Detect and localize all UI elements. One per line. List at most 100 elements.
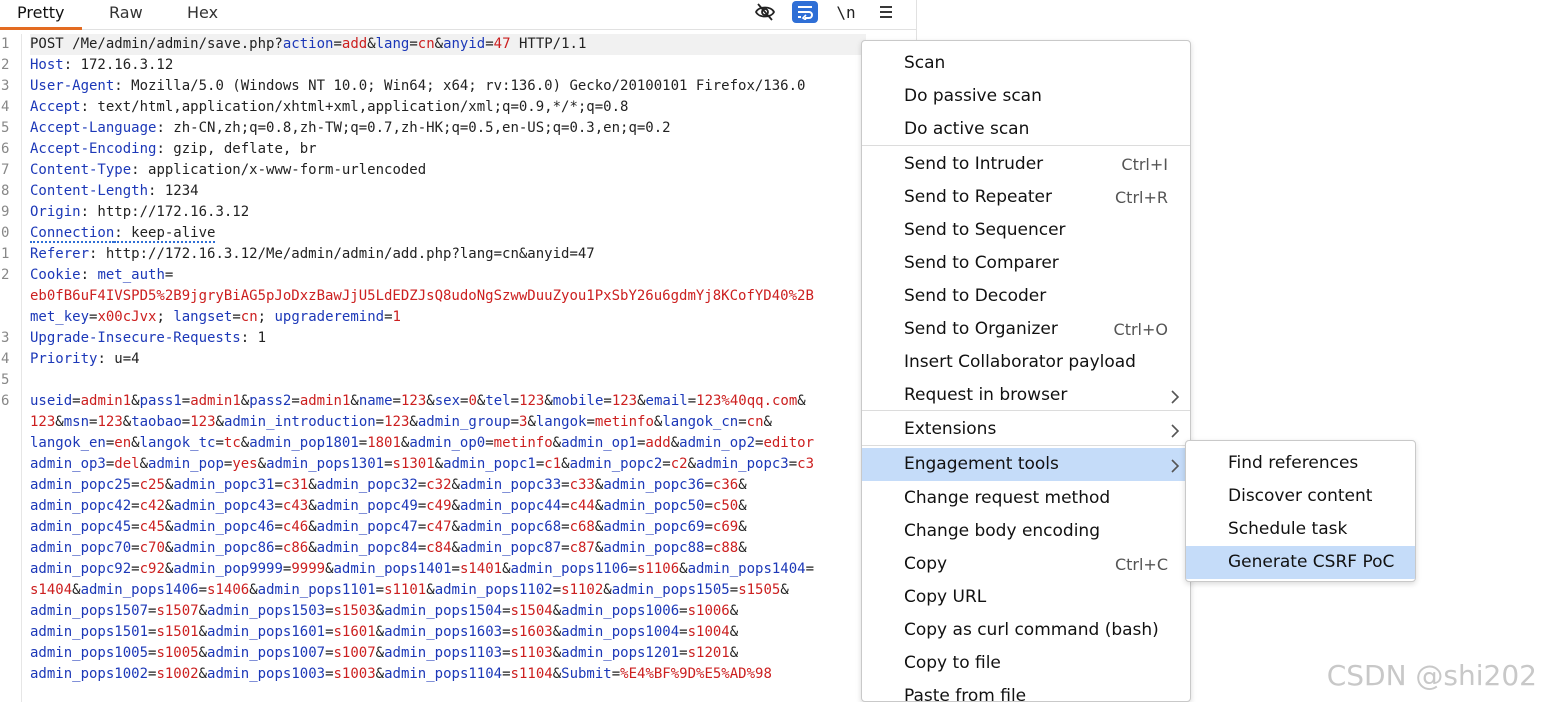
menu-icon[interactable]: [873, 1, 899, 23]
code-line[interactable]: admin_popc42=c42&admin_popc43=c43&admin_…: [30, 496, 866, 517]
menu-item-change-request-method[interactable]: Change request method: [862, 482, 1190, 515]
code-line[interactable]: 7 Content-Type: application/x-www-form-ur…: [1, 160, 866, 181]
code-line[interactable]: admin_pops1005=s1005&admin_pops1007=s100…: [30, 643, 866, 664]
code-line[interactable]: admin_op3=del&admin_pop=yes&admin_pops13…: [30, 454, 866, 475]
menu-item-copy-as-curl-command-bash[interactable]: Copy as curl command (bash): [862, 614, 1190, 647]
code-text: : Mozilla/5.0 (Windows NT 10.0; Win64; x…: [114, 78, 806, 94]
request-editor[interactable]: 1 POST /Me/admin/admin/save.php?action=ad…: [0, 34, 866, 702]
menu-item-send-to-sequencer[interactable]: Send to Sequencer: [862, 214, 1190, 247]
code-text: : u=4: [97, 351, 140, 367]
code-line[interactable]: 5 Accept-Language: zh-CN,zh;q=0.8,zh-TW;q…: [1, 118, 866, 139]
param-value: s1603: [510, 624, 553, 640]
menu-item-extensions[interactable]: Extensions: [862, 413, 1190, 446]
code-text: :: [80, 267, 98, 283]
code-text: &: [544, 393, 553, 409]
code-text: =: [417, 540, 427, 556]
code-text: =: [502, 666, 511, 682]
code-line[interactable]: 5: [1, 370, 866, 391]
menu-item-request-in-browser[interactable]: Request in browser: [862, 379, 1190, 412]
code-line[interactable]: admin_popc70=c70&admin_popc86=c86&admin_…: [30, 538, 866, 559]
param-key: admin_popc70: [30, 540, 132, 556]
param-value: 9999: [291, 561, 326, 577]
code-line[interactable]: 2 Host: 172.16.3.12: [1, 55, 866, 76]
menu-item-paste-from-file[interactable]: Paste from file: [862, 680, 1190, 701]
code-line[interactable]: 8 Content-Length: 1234: [1, 181, 866, 202]
submenu-item-generate-csrf-poc[interactable]: Generate CSRF PoC: [1186, 546, 1415, 579]
param-value: 1: [392, 309, 401, 325]
code-line[interactable]: 123&msn=123&taobao=123&admin_introductio…: [30, 412, 866, 433]
code-line[interactable]: langok_en=en&langok_tc=tc&admin_pop1801=…: [30, 433, 866, 454]
menu-item-send-to-comparer[interactable]: Send to Comparer: [862, 247, 1190, 280]
code-line[interactable]: admin_pops1002=s1002&admin_pops1003=s100…: [30, 664, 866, 685]
code-text: &: [308, 477, 317, 493]
code-line[interactable]: eb0fB6uF4IVSPD5%2B9jgryBiAG5pJoDxzBawJjU…: [30, 286, 866, 307]
menu-item-copy-to-file[interactable]: Copy to file: [862, 647, 1190, 680]
code-line[interactable]: met_key=x00cJvx; langset=cn; upgraderemi…: [30, 307, 866, 328]
code-line[interactable]: admin_popc25=c25&admin_popc31=c31&admin_…: [30, 475, 866, 496]
code-line[interactable]: admin_popc45=c45&admin_popc46=c46&admin_…: [30, 517, 866, 538]
menu-item-label: Extensions: [904, 419, 997, 439]
menu-item-do-active-scan[interactable]: Do active scan: [862, 113, 1190, 146]
code-text: =: [325, 603, 334, 619]
code-line[interactable]: admin_pops1507=s1507&admin_pops1503=s150…: [30, 601, 866, 622]
menu-item-send-to-intruder[interactable]: Send to Intruder Ctrl+I: [862, 148, 1190, 181]
code-line[interactable]: 4 Priority: u=4: [1, 349, 866, 370]
chevron-right-icon: [1170, 379, 1180, 412]
code-line[interactable]: 1 POST /Me/admin/admin/save.php?action=ad…: [1, 34, 866, 55]
code-line[interactable]: admin_pops1501=s1501&admin_pops1601=s160…: [30, 622, 866, 643]
code-line[interactable]: 1 Referer: http://172.16.3.12/Me/admin/ad…: [1, 244, 866, 265]
submenu-item-discover-content[interactable]: Discover content: [1186, 480, 1415, 513]
param-key: pass1: [139, 393, 182, 409]
menu-item-label: Change body encoding: [904, 521, 1100, 541]
param-key: Submit: [561, 666, 612, 682]
code-line[interactable]: s1404&admin_pops1406=s1406&admin_pops110…: [30, 580, 866, 601]
code-text: : http://172.16.3.12/Me/admin/admin/add.…: [89, 246, 595, 262]
code-text: : gzip, deflate, br: [156, 141, 317, 157]
param-key: action: [282, 36, 334, 52]
code-text: =: [198, 582, 208, 598]
menu-item-send-to-organizer[interactable]: Send to Organizer Ctrl+O: [862, 313, 1190, 346]
wrap-icon[interactable]: [792, 1, 818, 23]
menu-item-copy[interactable]: Copy Ctrl+C: [862, 548, 1190, 581]
param-key: langok_tc: [139, 435, 216, 451]
menu-item-engagement-tools[interactable]: Engagement tools: [862, 448, 1190, 481]
code-line[interactable]: admin_popc92=c92&admin_pop9999=9999&admi…: [30, 559, 866, 580]
code-text: &: [738, 540, 747, 556]
request-text[interactable]: 1 POST /Me/admin/admin/save.php?action=ad…: [1, 34, 866, 685]
code-text: &: [55, 414, 64, 430]
code-line[interactable]: 2 Cookie: met_auth=: [1, 265, 866, 286]
menu-item-do-passive-scan[interactable]: Do passive scan: [862, 80, 1190, 113]
param-value: c44: [569, 498, 595, 514]
menu-item-copy-url[interactable]: Copy URL: [862, 581, 1190, 614]
newline-icon[interactable]: \n: [833, 1, 859, 23]
code-line[interactable]: 4 Accept: text/html,application/xhtml+xml…: [1, 97, 866, 118]
code-line[interactable]: 0 Connection: keep-alive: [1, 223, 866, 244]
code-line[interactable]: 6 Accept-Encoding: gzip, deflate, br: [1, 139, 866, 160]
tab-raw[interactable]: Raw: [109, 3, 143, 22]
line-number: 9: [1, 204, 10, 220]
code-line[interactable]: 3 User-Agent: Mozilla/5.0 (Windows NT 10.…: [1, 76, 866, 97]
menu-item-insert-collaborator-payload[interactable]: Insert Collaborator payload: [862, 346, 1190, 379]
line-number: 5: [1, 120, 10, 136]
menu-item-send-to-repeater[interactable]: Send to Repeater Ctrl+R: [862, 181, 1190, 214]
code-line[interactable]: 6 useid=admin1&pass1=admin1&pass2=admin1&…: [1, 391, 866, 412]
menu-item-scan[interactable]: Scan: [862, 47, 1190, 80]
param-key: Referer: [30, 246, 90, 262]
code-text: : zh-CN,zh;q=0.8,zh-TW;q=0.7,zh-HK;q=0.5…: [156, 120, 671, 136]
code-line[interactable]: 9 Origin: http://172.16.3.12: [1, 202, 866, 223]
param-key: admin_pop: [148, 456, 224, 472]
tab-hex[interactable]: Hex: [187, 3, 218, 22]
menu-item-change-body-encoding[interactable]: Change body encoding: [862, 515, 1190, 548]
menu-item-send-to-decoder[interactable]: Send to Decoder: [862, 280, 1190, 313]
code-text: &: [603, 582, 612, 598]
param-value: en: [114, 435, 132, 451]
code-line[interactable]: 3 Upgrade-Insecure-Requests: 1: [1, 328, 866, 349]
tab-pretty[interactable]: Pretty: [17, 3, 64, 22]
submenu-item-find-references[interactable]: Find references: [1186, 447, 1415, 480]
submenu-item-schedule-task[interactable]: Schedule task: [1186, 513, 1415, 546]
code-text: &: [308, 519, 317, 535]
menu-item-label: Insert Collaborator payload: [904, 352, 1136, 372]
eye-off-icon[interactable]: [752, 1, 778, 23]
param-value: c3: [797, 456, 815, 472]
param-value: s1301: [392, 456, 435, 472]
